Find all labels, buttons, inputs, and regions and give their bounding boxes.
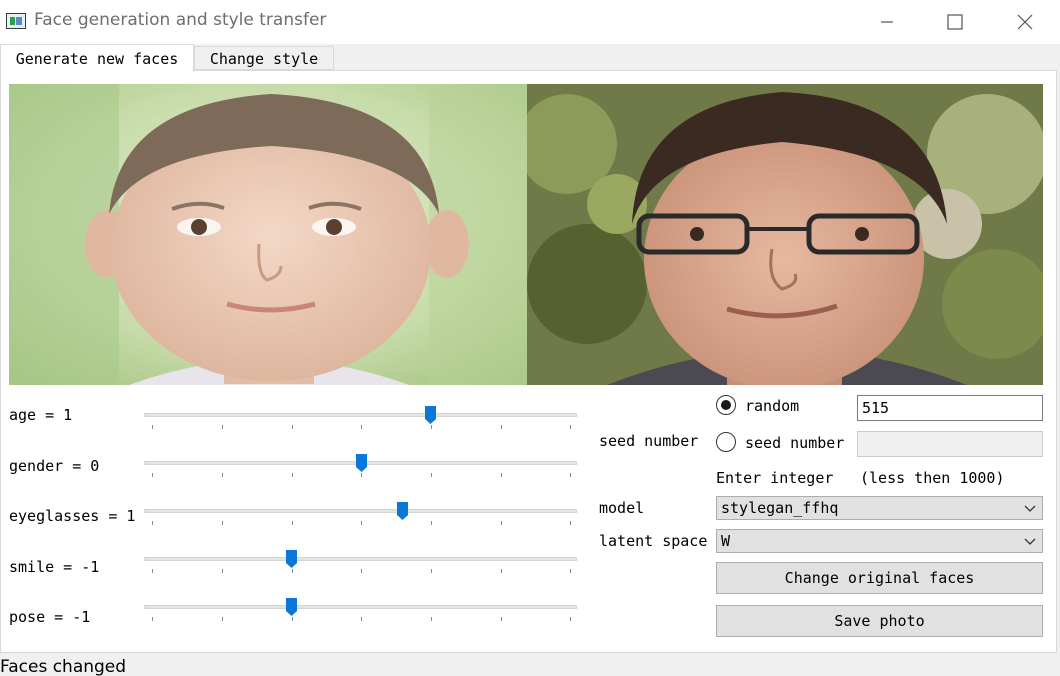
seed-number-label: seed number	[599, 432, 699, 450]
seed-number-radio-label: seed number	[745, 434, 845, 452]
tab-generate-new-faces[interactable]: Generate new faces	[0, 44, 194, 72]
slider-tick	[152, 425, 153, 429]
slider-tick	[501, 617, 502, 621]
minimize-icon	[881, 21, 893, 23]
save-photo-button[interactable]: Save photo	[716, 605, 1043, 637]
app-icon	[6, 13, 26, 29]
original-face-image-boy	[9, 84, 527, 385]
slider-tick	[570, 425, 571, 429]
latent-space-select[interactable]: W	[716, 529, 1043, 553]
chevron-down-icon	[1024, 538, 1036, 545]
radio-selected-dot	[721, 400, 731, 410]
random-radio-label: random	[745, 397, 800, 415]
seed-number-radio[interactable]	[716, 432, 736, 452]
eyeglasses-slider[interactable]	[144, 502, 577, 526]
smile-slider[interactable]	[144, 550, 577, 574]
slider-tick	[431, 617, 432, 621]
slider-tick	[361, 569, 362, 573]
slider-handle[interactable]	[356, 454, 367, 472]
slider-handle[interactable]	[397, 502, 408, 520]
slider-tick	[501, 569, 502, 573]
slider-tick	[570, 521, 571, 525]
slider-tick	[431, 473, 432, 477]
slider-tick	[292, 425, 293, 429]
status-bar-text: Faces changed	[0, 657, 127, 676]
slider-tick	[501, 473, 502, 477]
slider-tick	[501, 521, 502, 525]
slider-tick	[361, 521, 362, 525]
slider-tick	[222, 425, 223, 429]
eyeglasses-slider-label: eyeglasses = 1	[9, 507, 136, 525]
age-slider-label: age = 1	[9, 406, 73, 424]
pose-slider[interactable]	[144, 598, 577, 622]
modified-face-image-man	[527, 84, 1043, 385]
slider-handle[interactable]	[286, 598, 297, 616]
slider-tick	[292, 569, 293, 573]
chevron-down-icon	[1024, 505, 1036, 512]
slider-tick	[222, 569, 223, 573]
slider-tick	[501, 425, 502, 429]
slider-tick	[570, 569, 571, 573]
slider-tick	[152, 617, 153, 621]
window-title: Face generation and style transfer	[34, 10, 327, 30]
slider-handle[interactable]	[425, 406, 436, 424]
maximize-icon	[947, 14, 963, 30]
slider-tick	[152, 473, 153, 477]
age-slider[interactable]	[144, 406, 577, 430]
slider-tick	[152, 521, 153, 525]
change-original-faces-button[interactable]: Change original faces	[716, 562, 1043, 594]
slider-tick	[152, 569, 153, 573]
maximize-button[interactable]	[920, 0, 990, 44]
enter-integer-hint: Enter integer	[716, 469, 834, 487]
latent-space-label: latent space	[599, 532, 708, 550]
smile-slider-label: smile = -1	[9, 558, 100, 576]
slider-tick	[222, 617, 223, 621]
slider-groove	[144, 605, 577, 609]
random-radio[interactable]	[716, 395, 736, 415]
title-bar: Face generation and style transfer	[0, 0, 1060, 44]
slider-tick	[431, 569, 432, 573]
model-label: model	[599, 499, 645, 517]
close-button[interactable]	[990, 0, 1060, 44]
slider-tick	[361, 617, 362, 621]
slider-groove	[144, 509, 577, 513]
model-select-value: stylegan_ffhq	[721, 499, 839, 517]
slider-groove	[144, 557, 577, 561]
slider-tick	[292, 521, 293, 525]
random-seed-field[interactable]: 515	[857, 395, 1043, 421]
slider-groove	[144, 413, 577, 417]
slider-tick	[222, 521, 223, 525]
minimize-button[interactable]	[852, 0, 922, 44]
slider-tick	[431, 425, 432, 429]
pose-slider-label: pose = -1	[9, 608, 91, 626]
slider-tick	[222, 473, 223, 477]
tab-change-style[interactable]: Change style	[194, 46, 334, 70]
slider-handle[interactable]	[286, 550, 297, 568]
model-select[interactable]: stylegan_ffhq	[716, 496, 1043, 520]
seed-number-field[interactable]	[857, 431, 1043, 457]
seed-range-hint: (less then 1000)	[860, 469, 1005, 487]
slider-tick	[570, 617, 571, 621]
gender-slider-label: gender = 0	[9, 457, 100, 475]
slider-tick	[570, 473, 571, 477]
slider-tick	[292, 617, 293, 621]
latent-space-select-value: W	[721, 532, 731, 550]
close-icon	[1017, 14, 1033, 30]
slider-tick	[292, 473, 293, 477]
slider-tick	[361, 473, 362, 477]
slider-tick	[361, 425, 362, 429]
slider-tick	[431, 521, 432, 525]
gender-slider[interactable]	[144, 454, 577, 478]
